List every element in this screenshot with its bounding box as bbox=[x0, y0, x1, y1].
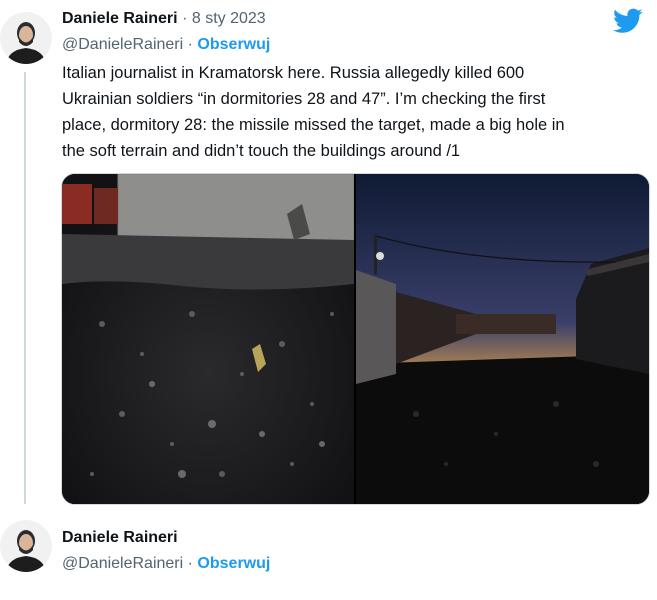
author-name[interactable]: Daniele Raineri bbox=[62, 529, 178, 546]
handle-row: @DanieleRaineri · Obserwuj bbox=[62, 35, 270, 55]
author-avatar[interactable] bbox=[0, 520, 52, 572]
author-name[interactable]: Daniele Raineri bbox=[62, 10, 178, 27]
crater-photo[interactable] bbox=[62, 174, 354, 504]
separator-dot: · bbox=[187, 36, 193, 53]
tweet-1: Daniele Raineri · 8 sty 2023 @DanieleRai… bbox=[0, 0, 657, 510]
tweet-date[interactable]: 8 sty 2023 bbox=[192, 10, 266, 27]
tweet-header: Daniele Raineri · 8 sty 2023 bbox=[62, 9, 266, 29]
sunset-alley-photo[interactable] bbox=[356, 174, 649, 504]
thread-connector bbox=[24, 72, 26, 504]
author-avatar[interactable] bbox=[0, 12, 52, 64]
handle-row: @DanieleRaineri · Obserwuj bbox=[62, 554, 270, 574]
separator-dot: · bbox=[182, 10, 188, 27]
separator-dot: · bbox=[187, 555, 193, 572]
tweet-2: Daniele Raineri @DanieleRaineri · Obserw… bbox=[0, 510, 657, 600]
follow-button[interactable]: Obserwuj bbox=[197, 36, 270, 53]
tweet-media-grid bbox=[61, 173, 650, 505]
twitter-bird-icon[interactable] bbox=[613, 8, 643, 34]
author-handle[interactable]: @DanieleRaineri bbox=[62, 36, 183, 53]
author-handle[interactable]: @DanieleRaineri bbox=[62, 555, 183, 572]
person-avatar-icon bbox=[0, 520, 52, 572]
follow-button[interactable]: Obserwuj bbox=[197, 555, 270, 572]
tweet-header: Daniele Raineri bbox=[62, 528, 178, 548]
person-avatar-icon bbox=[0, 12, 52, 64]
tweet-text: Italian journalist in Kramatorsk here. R… bbox=[62, 64, 565, 160]
